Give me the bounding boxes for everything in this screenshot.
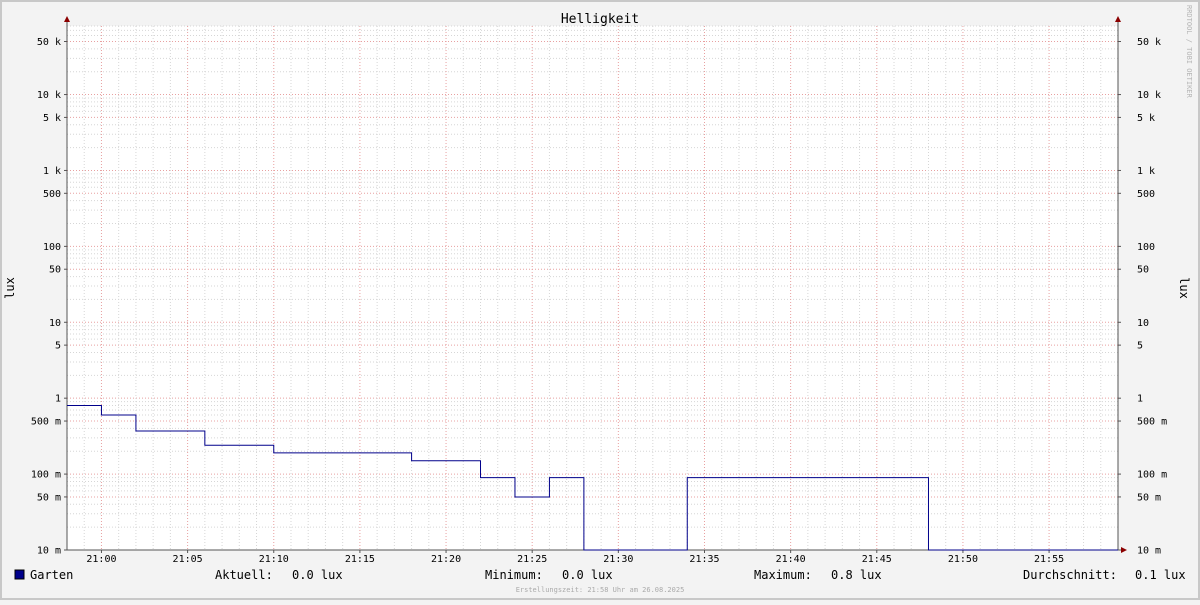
- y-tick-label-left: 1: [55, 394, 61, 405]
- x-tick-label: 21:25: [517, 554, 547, 565]
- y-tick-label-right: 500 m: [1137, 417, 1167, 428]
- chart-root: 10 m 10 m 50 m 50 m 100 m 100 m 500 m 500 m 1 1 5 5…: [0, 0, 1200, 600]
- y-tick-label-left: 50 k: [37, 37, 61, 48]
- x-tick-label: 21:55: [1034, 554, 1064, 565]
- y-tick-label-right: 5: [1137, 341, 1143, 352]
- y-tick-label-left: 5 k: [43, 113, 61, 124]
- legend-avg-label: Durchschnitt:: [1023, 568, 1117, 582]
- y-tick-label-right: 5 k: [1137, 113, 1155, 124]
- y-tick-label-left: 50 m: [37, 492, 61, 503]
- y-tick-label-right: 1: [1137, 394, 1143, 405]
- x-tick-label: 21:00: [86, 554, 116, 565]
- footer-timestamp: Erstellungszeit: 21:58 Uhr am 26.08.2025: [516, 586, 685, 594]
- legend-max-label: Maximum:: [754, 568, 812, 582]
- legend-current-value: 0.0 lux: [292, 568, 343, 582]
- x-tick-label: 21:20: [431, 554, 461, 565]
- x-tick-label: 21:40: [776, 554, 806, 565]
- y-tick-label-left: 50: [49, 265, 61, 276]
- y-tick-label-left: 1 k: [43, 166, 61, 177]
- y-tick-label-right: 100 m: [1137, 470, 1167, 481]
- y-tick-label-left: 5: [55, 341, 61, 352]
- legend-current-label: Aktuell:: [215, 568, 273, 582]
- legend-min-value: 0.0 lux: [562, 568, 613, 582]
- x-tick-label: 21:45: [862, 554, 892, 565]
- x-tick-label: 21:05: [173, 554, 203, 565]
- watermark: RRDTOOL / TOBI OETIKER: [1185, 5, 1193, 99]
- legend-min-label: Minimum:: [485, 568, 543, 582]
- y-tick-label-right: 100: [1137, 242, 1155, 253]
- y-tick-label-left: 500 m: [31, 417, 61, 428]
- y-tick-label-left: 10 m: [37, 546, 61, 557]
- y-axis-label-left: lux: [3, 277, 17, 299]
- x-tick-label: 21:50: [948, 554, 978, 565]
- y-tick-label-right: 50 k: [1137, 37, 1161, 48]
- plot-area: [67, 26, 1118, 550]
- y-tick-label-right: 50 m: [1137, 492, 1161, 503]
- y-tick-label-left: 100: [43, 242, 61, 253]
- y-axis-label-right: lux: [1177, 277, 1191, 299]
- chart-title: Helligkeit: [561, 12, 639, 27]
- legend-avg-value: 0.1 lux: [1135, 568, 1186, 582]
- y-tick-label-right: 500: [1137, 189, 1155, 200]
- legend-swatch: [14, 569, 25, 580]
- y-tick-label-left: 500: [43, 189, 61, 200]
- chart-svg: 10 m 10 m 50 m 50 m 100 m 100 m 500 m 500 m 1 1 5 5…: [0, 0, 1200, 600]
- y-tick-label-right: 50: [1137, 265, 1149, 276]
- x-tick-label: 21:15: [345, 554, 375, 565]
- y-tick-label-right: 10 k: [1137, 90, 1161, 101]
- x-tick-label: 21:35: [689, 554, 719, 565]
- legend-series-name: Garten: [30, 568, 73, 582]
- legend-max-value: 0.8 lux: [831, 568, 882, 582]
- x-tick-label: 21:30: [603, 554, 633, 565]
- y-tick-label-right: 10 m: [1137, 546, 1161, 557]
- x-tick-label: 21:10: [259, 554, 289, 565]
- y-tick-label-left: 10: [49, 318, 61, 329]
- y-tick-label-right: 1 k: [1137, 166, 1155, 177]
- y-tick-label-left: 10 k: [37, 90, 61, 101]
- y-tick-label-right: 10: [1137, 318, 1149, 329]
- y-tick-label-left: 100 m: [31, 470, 61, 481]
